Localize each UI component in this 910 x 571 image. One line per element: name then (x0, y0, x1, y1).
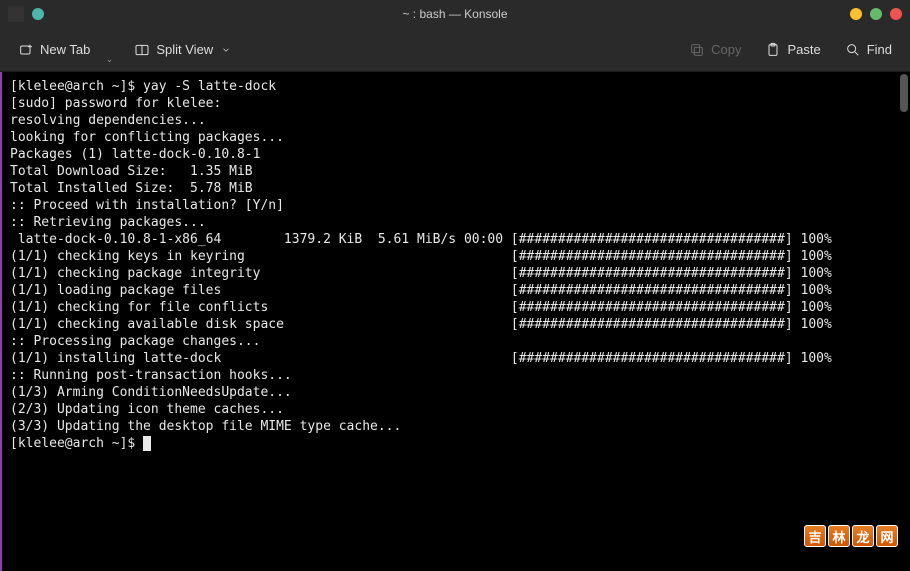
window-controls (850, 8, 902, 20)
titlebar: ~ : bash — Konsole (0, 0, 910, 28)
terminal-line: (2/3) Updating icon theme caches... (10, 401, 902, 418)
terminal-line: looking for conflicting packages... (10, 129, 902, 146)
pin-icon[interactable] (32, 8, 44, 20)
terminal-output[interactable]: [klelee@arch ~]$ yay -S latte-dock[sudo]… (0, 72, 910, 571)
find-button[interactable]: Find (839, 38, 898, 62)
terminal-line: Total Download Size: 1.35 MiB (10, 163, 902, 180)
watermark: 吉 林 龙 网 (804, 525, 898, 547)
watermark-char: 网 (876, 525, 898, 547)
terminal-line: (1/1) checking keys in keyring [########… (10, 248, 902, 265)
search-icon (845, 42, 861, 58)
titlebar-left (8, 6, 44, 22)
scrollbar-thumb[interactable] (900, 74, 908, 112)
terminal-line: latte-dock-0.10.8-1-x86_64 1379.2 KiB 5.… (10, 231, 902, 248)
terminal-line: :: Retrieving packages... (10, 214, 902, 231)
split-view-button[interactable]: Split View (128, 38, 237, 62)
new-tab-button[interactable]: New Tab (12, 38, 96, 62)
split-view-icon (134, 42, 150, 58)
window-title: ~ : bash — Konsole (402, 7, 507, 21)
terminal-line: (1/1) installing latte-dock [###########… (10, 350, 902, 367)
maximize-button[interactable] (870, 8, 882, 20)
terminal-line: :: Proceed with installation? [Y/n] (10, 197, 902, 214)
paste-label: Paste (787, 42, 820, 57)
paste-icon (765, 42, 781, 58)
copy-icon (689, 42, 705, 58)
new-tab-dropdown[interactable]: ⌄ (102, 54, 116, 65)
watermark-char: 龙 (852, 525, 874, 547)
app-icon (8, 6, 24, 22)
new-tab-label: New Tab (40, 42, 90, 57)
terminal-line: :: Processing package changes... (10, 333, 902, 350)
terminal-prompt-line: [klelee@arch ~]$ (10, 435, 902, 452)
watermark-char: 吉 (804, 525, 826, 547)
toolbar: New Tab ⌄ Split View Copy Paste Find (0, 28, 910, 72)
terminal-line: (3/3) Updating the desktop file MIME typ… (10, 418, 902, 435)
terminal-line: Packages (1) latte-dock-0.10.8-1 (10, 146, 902, 163)
copy-button[interactable]: Copy (683, 38, 747, 62)
terminal-line: [klelee@arch ~]$ yay -S latte-dock (10, 78, 902, 95)
terminal-line: [sudo] password for klelee: (10, 95, 902, 112)
watermark-char: 林 (828, 525, 850, 547)
terminal-line: resolving dependencies... (10, 112, 902, 129)
terminal-line: (1/1) checking package integrity [######… (10, 265, 902, 282)
terminal-line: :: Running post-transaction hooks... (10, 367, 902, 384)
close-button[interactable] (890, 8, 902, 20)
terminal-cursor (143, 436, 151, 451)
terminal-line: (1/1) checking available disk space [###… (10, 316, 902, 333)
terminal-line: Total Installed Size: 5.78 MiB (10, 180, 902, 197)
terminal-line: (1/1) checking for file conflicts [#####… (10, 299, 902, 316)
copy-label: Copy (711, 42, 741, 57)
new-tab-icon (18, 42, 34, 58)
find-label: Find (867, 42, 892, 57)
paste-button[interactable]: Paste (759, 38, 826, 62)
chevron-down-icon (221, 45, 231, 55)
terminal-line: (1/1) loading package files [###########… (10, 282, 902, 299)
terminal-prompt: [klelee@arch ~]$ (10, 436, 143, 451)
split-view-label: Split View (156, 42, 213, 57)
minimize-button[interactable] (850, 8, 862, 20)
terminal-line: (1/3) Arming ConditionNeedsUpdate... (10, 384, 902, 401)
